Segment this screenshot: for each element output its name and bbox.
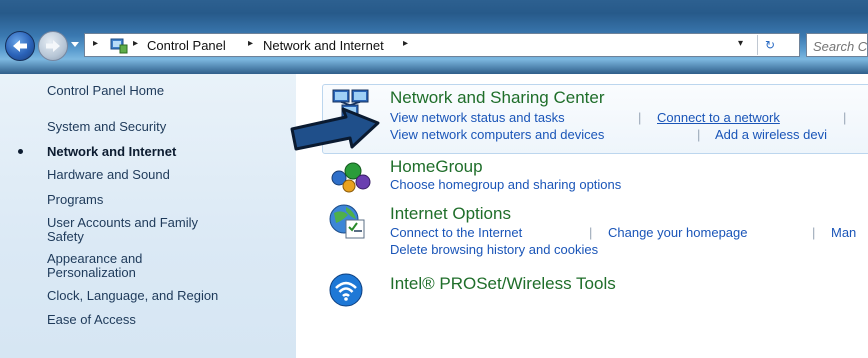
active-item-bullet: [18, 149, 23, 154]
intel-wireless-title[interactable]: Intel® PROSet/Wireless Tools: [390, 274, 616, 294]
internet-options-icon[interactable]: [328, 203, 368, 241]
sidebar-item-appearance-line2[interactable]: Personalization: [47, 266, 136, 280]
link-change-homepage[interactable]: Change your homepage: [608, 225, 748, 240]
network-sharing-title[interactable]: Network and Sharing Center: [390, 88, 605, 108]
link-view-network-status[interactable]: View network status and tasks: [390, 110, 565, 125]
refresh-button[interactable]: ↻: [757, 35, 782, 55]
sidebar-item-programs[interactable]: Programs: [47, 193, 103, 207]
sidebar-item-system-and-security[interactable]: System and Security: [47, 120, 166, 134]
sidebar-item-network-and-internet[interactable]: Network and Internet: [47, 145, 176, 159]
back-arrow-icon: [13, 40, 27, 52]
breadcrumb-separator[interactable]: ▸: [248, 38, 253, 49]
breadcrumb-root-chevron[interactable]: ▸: [93, 38, 98, 49]
link-separator: |: [697, 127, 701, 142]
link-separator: |: [638, 110, 642, 125]
internet-options-title[interactable]: Internet Options: [390, 204, 511, 224]
address-bar[interactable]: ▸ ▸ Control Panel ▸ Network and Internet…: [84, 33, 800, 57]
homegroup-title[interactable]: HomeGroup: [390, 157, 483, 177]
link-add-wireless-device[interactable]: Add a wireless devi: [715, 127, 827, 142]
link-choose-homegroup[interactable]: Choose homegroup and sharing options: [390, 177, 621, 192]
breadcrumb-separator[interactable]: ▸: [133, 38, 138, 49]
address-dropdown-icon[interactable]: ▾: [738, 38, 743, 49]
control-panel-icon: [110, 38, 128, 54]
sidebar-item-clock-language-region[interactable]: Clock, Language, and Region: [47, 289, 218, 303]
search-input[interactable]: [807, 34, 867, 56]
breadcrumb-separator[interactable]: ▸: [403, 38, 408, 49]
link-separator: |: [589, 225, 593, 240]
wireless-icon[interactable]: [328, 272, 364, 308]
search-box[interactable]: [806, 33, 868, 57]
recent-pages-dropdown[interactable]: [70, 40, 80, 50]
sidebar-item-user-accounts-line2[interactable]: Safety: [47, 230, 84, 244]
link-manage-addons[interactable]: Man: [831, 225, 856, 240]
sidebar-item-ease-of-access[interactable]: Ease of Access: [47, 313, 136, 327]
sidebar-item-control-panel-home[interactable]: Control Panel Home: [47, 84, 164, 98]
link-view-network-computers[interactable]: View network computers and devices: [390, 127, 604, 142]
pointer-arrow-annotation: [290, 107, 380, 151]
link-connect-to-internet[interactable]: Connect to the Internet: [390, 225, 522, 240]
link-connect-to-network[interactable]: Connect to a network: [657, 110, 780, 125]
back-button[interactable]: [5, 31, 35, 61]
link-delete-browsing-history[interactable]: Delete browsing history and cookies: [390, 242, 598, 257]
breadcrumb-control-panel[interactable]: Control Panel: [147, 38, 226, 53]
forward-button[interactable]: [38, 31, 68, 61]
breadcrumb-network-and-internet[interactable]: Network and Internet: [263, 38, 384, 53]
link-separator: |: [843, 110, 847, 125]
forward-arrow-icon: [46, 40, 60, 52]
homegroup-icon[interactable]: [327, 160, 375, 194]
refresh-icon: ↻: [764, 38, 776, 52]
link-separator: |: [812, 225, 816, 240]
sidebar-item-hardware-and-sound[interactable]: Hardware and Sound: [47, 168, 170, 182]
sidebar-item-appearance[interactable]: Appearance and: [47, 252, 142, 266]
sidebar-item-user-accounts[interactable]: User Accounts and Family: [47, 216, 198, 230]
